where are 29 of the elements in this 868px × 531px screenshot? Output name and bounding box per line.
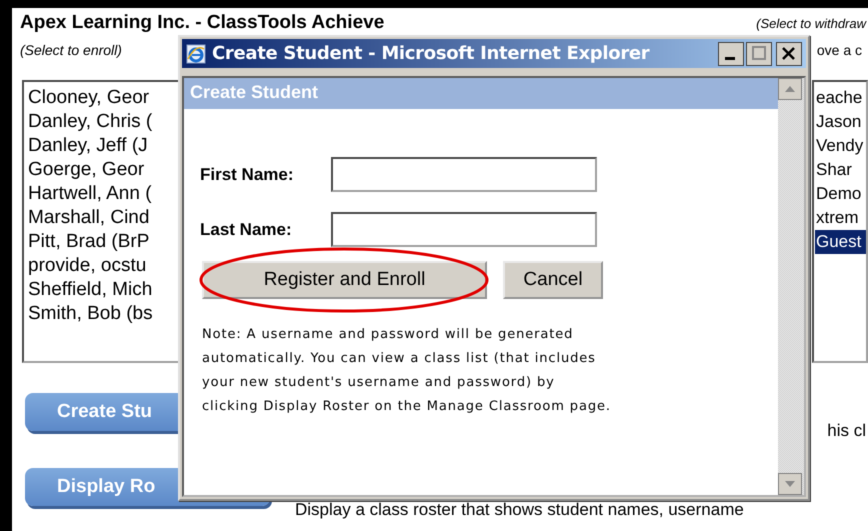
student-item[interactable]: Vendy bbox=[815, 134, 866, 158]
action-description: his cl bbox=[827, 421, 866, 441]
student-item[interactable]: Guest bbox=[815, 230, 866, 254]
page-title: Apex Learning Inc. - ClassTools Achieve bbox=[20, 12, 384, 34]
maximize-icon[interactable] bbox=[746, 42, 772, 66]
field-label: Last Name: bbox=[200, 220, 293, 240]
scrollbar[interactable] bbox=[778, 78, 804, 495]
student-item[interactable]: xtrem bbox=[815, 206, 866, 230]
enroll-hint: (Select to enroll) bbox=[20, 42, 122, 58]
name-input-field[interactable] bbox=[331, 212, 597, 247]
window-title: Create Student - Microsoft Internet Explorer bbox=[212, 43, 650, 64]
minimize-icon[interactable] bbox=[718, 42, 744, 66]
student-item[interactable]: Jason bbox=[815, 110, 866, 134]
instruction-text: ove a c bbox=[816, 42, 862, 58]
action-description: Display a class roster that shows student names, username bbox=[295, 500, 744, 520]
student-item[interactable]: Shar bbox=[815, 158, 866, 182]
name-input-field[interactable] bbox=[331, 157, 597, 192]
dialog-button[interactable]: Cancel bbox=[503, 261, 603, 299]
dialog-heading: Create Student bbox=[184, 78, 778, 109]
field-label: First Name: bbox=[200, 164, 295, 184]
scroll-down-icon[interactable] bbox=[778, 473, 802, 495]
student-item[interactable]: eache bbox=[815, 86, 866, 110]
dialog-button[interactable]: Register and Enroll bbox=[202, 261, 487, 299]
browser-icon bbox=[186, 44, 206, 64]
student-item[interactable]: Demo bbox=[815, 182, 866, 206]
enrolled-students-list[interactable]: eache Jason Vendy Shar Demo xtrem Guest bbox=[812, 80, 868, 363]
close-icon[interactable] bbox=[776, 42, 802, 66]
withdraw-hint: (Select to withdraw bbox=[756, 16, 866, 31]
scroll-up-icon[interactable] bbox=[778, 78, 802, 100]
